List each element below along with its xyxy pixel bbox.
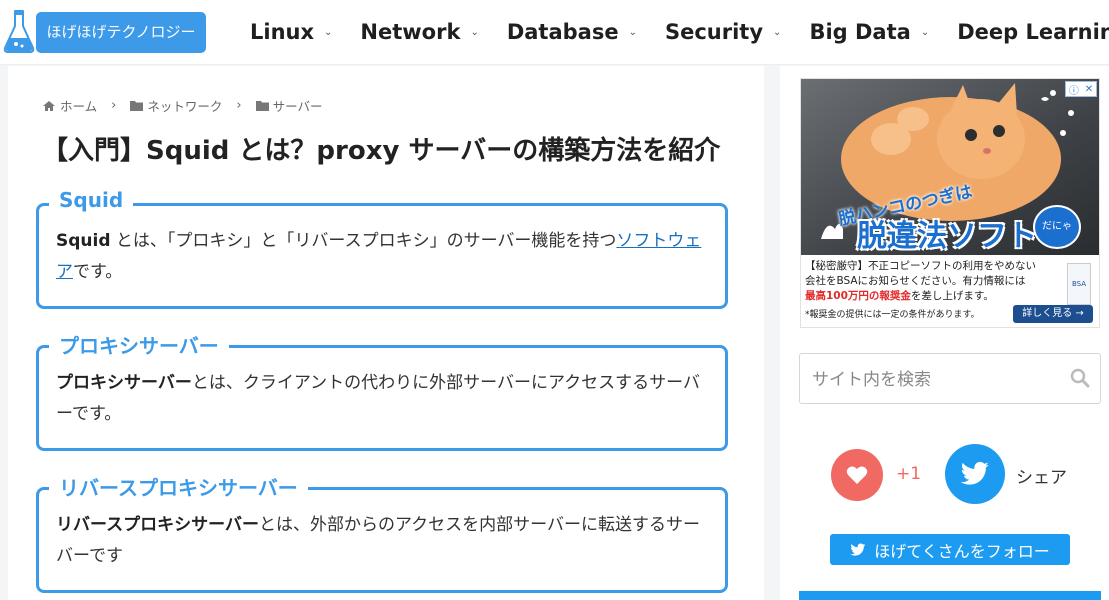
- definition-box-reverse-proxy: リバースプロキシサーバー リバースプロキシサーバーとは、外部からのアクセスを内部…: [36, 472, 728, 593]
- ad-more-button[interactable]: 詳しく見る →: [1013, 305, 1093, 323]
- ad-note: *報奨金の提供には一定の条件があります。: [805, 310, 980, 320]
- site-search: [799, 353, 1101, 405]
- chevron-down-icon: ⌄: [470, 26, 479, 38]
- bsa-logo: BSA: [1067, 263, 1091, 305]
- ad-text: 【秘密厳守】不正コピーソフトの利用をやめない 会社をBSAにお知らせください。有…: [805, 259, 1061, 304]
- main-nav: Linux ⌄ Network ⌄ Database ⌄ Security ⌄ Big …: [250, 16, 1109, 48]
- nav-label: Security: [664, 20, 764, 44]
- nav-deep-learning[interactable]: Deep Learning⌄: [957, 16, 1109, 48]
- ad-reward: 最高100万円の報奨金: [805, 290, 911, 302]
- nav-label: Linux: [250, 20, 315, 44]
- like-button[interactable]: [831, 449, 883, 501]
- breadcrumb-network[interactable]: ネットワーク: [130, 96, 222, 115]
- follow-label: ほげてくさんをフォロー: [874, 541, 1050, 561]
- breadcrumb-label: サーバー: [272, 99, 323, 114]
- definition-box-proxy: プロキシサーバー プロキシサーバーとは、クライアントの代わりに外部サーバーにアク…: [36, 330, 728, 451]
- definition-text-end: です。: [73, 262, 123, 282]
- ad-line: を差し上げます。: [910, 290, 994, 302]
- folder-icon: [255, 101, 269, 111]
- advertisement-banner[interactable]: ⓘ ✕ 脱ハンコのつぎは 脱違法ソフト だにゃ 【秘密厳守】不正コピーソフトの利用…: [800, 78, 1100, 328]
- breadcrumb: ホーム › ネットワーク › サーバー: [42, 96, 322, 115]
- breadcrumb-label: ネットワーク: [147, 99, 223, 114]
- ad-choices-icon[interactable]: ⓘ ✕: [1065, 81, 1097, 97]
- breadcrumb-home[interactable]: ホーム: [42, 96, 97, 115]
- ad-line: 会社をBSAにお知らせください。有力情報には: [805, 275, 1026, 287]
- like-count: +1: [896, 464, 922, 484]
- definition-term: プロキシサーバー: [56, 373, 192, 393]
- share-label: シェア: [1016, 468, 1067, 488]
- folder-icon: [130, 101, 144, 111]
- definition-term: リバースプロキシサーバー: [56, 515, 259, 535]
- ad-bracket: 【秘密厳守】: [805, 260, 868, 272]
- breadcrumb-label: ホーム: [60, 99, 98, 114]
- nav-label: Database: [506, 20, 619, 44]
- site-logo[interactable]: ほげほげテクノロジー: [36, 12, 206, 53]
- chevron-down-icon: ⌄: [628, 26, 637, 38]
- twitter-icon: [960, 461, 989, 485]
- sidebar: ⓘ ✕ 脱ハンコのつぎは 脱違法ソフト だにゃ 【秘密厳守】不正コピーソフトの利用…: [780, 66, 1109, 600]
- heart-icon: [846, 466, 868, 484]
- definition-text: とは、「プロキシ」と「リバースプロキシ」のサーバー機能を持つ: [110, 231, 617, 251]
- twitter-share-button[interactable]: [945, 444, 1005, 504]
- nav-network[interactable]: Network ⌄: [360, 16, 478, 48]
- definition-body: プロキシサーバーとは、クライアントの代わりに外部サーバーにアクセスするサーバーで…: [56, 368, 705, 430]
- definition-heading: プロキシサーバー: [49, 330, 229, 359]
- ad-slogan: 脱違法ソフト: [857, 219, 1037, 254]
- definition-heading: Squid: [49, 188, 134, 212]
- nav-label: Network: [360, 20, 461, 44]
- search-input[interactable]: [810, 354, 1064, 405]
- twitter-icon: [850, 543, 866, 556]
- nav-label: Deep Learning: [957, 20, 1109, 44]
- home-icon: [43, 100, 55, 111]
- definition-box-squid: Squid Squid とは、「プロキシ」と「リバースプロキシ」のサーバー機能を…: [36, 188, 728, 309]
- article-main: ホーム › ネットワーク › サーバー 【入門】Squid とは？proxy サ…: [8, 66, 764, 600]
- chevron-right-icon: ›: [236, 98, 242, 113]
- definition-term: Squid: [56, 231, 111, 251]
- definition-heading: リバースプロキシサーバー: [49, 472, 308, 501]
- chevron-down-icon: ⌄: [324, 26, 333, 38]
- definition-body: リバースプロキシサーバーとは、外部からのアクセスを内部サーバーに転送するサーバー…: [56, 510, 705, 572]
- twitter-follow-button[interactable]: ほげてくさんをフォロー: [830, 534, 1070, 565]
- breadcrumb-server[interactable]: サーバー: [255, 96, 323, 115]
- ad-badge: だにゃ: [1033, 205, 1081, 249]
- chevron-down-icon: ⌄: [920, 26, 930, 38]
- site-header: ほげほげテクノロジー Linux ⌄ Network ⌄ Database ⌄ Sec…: [0, 0, 1109, 65]
- sidebar-widget-header: [799, 591, 1101, 600]
- nav-linux[interactable]: Linux ⌄: [250, 16, 332, 48]
- definition-body: Squid とは、「プロキシ」と「リバースプロキシ」のサーバー機能を持つソフトウ…: [56, 226, 705, 288]
- chevron-down-icon: ⌄: [773, 26, 782, 38]
- flask-logo-icon[interactable]: [2, 8, 36, 54]
- nav-security[interactable]: Security ⌄: [665, 16, 781, 48]
- nav-database[interactable]: Database ⌄: [507, 16, 637, 48]
- chevron-right-icon: ›: [111, 98, 117, 113]
- nav-label: Big Data: [809, 20, 911, 44]
- search-icon[interactable]: [1070, 368, 1090, 388]
- page-title: 【入門】Squid とは？proxy サーバーの構築方法を紹介: [42, 136, 721, 166]
- ad-line: 不正コピーソフトの利用をやめない: [868, 260, 1036, 272]
- nav-big-data[interactable]: Big Data ⌄: [809, 16, 929, 48]
